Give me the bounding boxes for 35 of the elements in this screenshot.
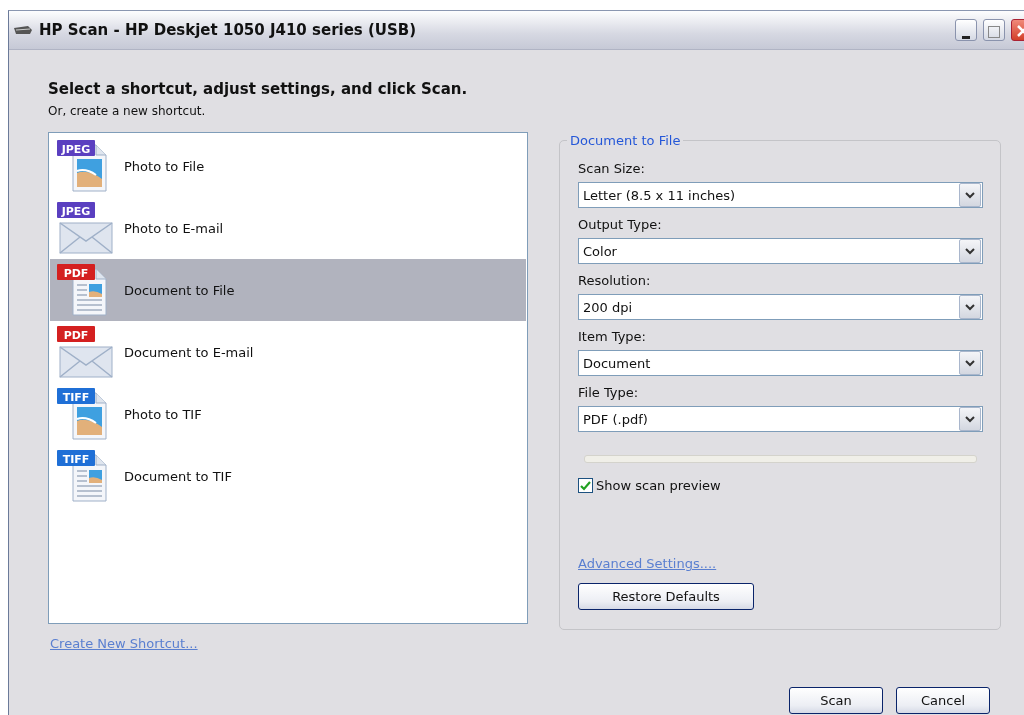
chevron-down-icon bbox=[965, 303, 975, 311]
shortcut-item[interactable]: JPEG Photo to File bbox=[50, 135, 526, 197]
field-label: Resolution: bbox=[578, 273, 652, 288]
field-label: Scan Size: bbox=[578, 161, 646, 176]
group-title: Document to File bbox=[567, 133, 684, 148]
minimize-icon bbox=[962, 34, 970, 40]
minimize-button[interactable] bbox=[955, 19, 977, 41]
dropdown[interactable]: 200 dpi bbox=[578, 294, 983, 320]
window-title: HP Scan - HP Deskjet 1050 J410 series (USB) bbox=[39, 21, 418, 39]
shortcut-item[interactable]: PDF Document to File bbox=[50, 259, 526, 321]
heading: Select a shortcut, adjust settings, and click Scan. bbox=[48, 80, 469, 98]
restore-defaults-button[interactable]: Restore Defaults bbox=[578, 583, 754, 610]
scan-button[interactable]: Scan bbox=[789, 687, 883, 714]
dropdown[interactable]: Letter (8.5 x 11 inches) bbox=[578, 182, 983, 208]
shortcut-item[interactable]: PDF Document to E-mail bbox=[50, 321, 526, 383]
chevron-down-icon bbox=[965, 415, 975, 423]
check-icon bbox=[580, 480, 591, 491]
shortcut-item[interactable]: JPEG Photo to E-mail bbox=[50, 197, 526, 259]
preview-checkbox[interactable]: Show scan preview bbox=[578, 478, 983, 493]
scanner-icon bbox=[13, 24, 33, 36]
field-label: File Type: bbox=[578, 385, 640, 400]
chevron-down-icon bbox=[965, 359, 975, 367]
field-label: Output Type: bbox=[578, 217, 663, 232]
cancel-button[interactable]: Cancel bbox=[896, 687, 990, 714]
subheading: Or, create a new shortcut. bbox=[48, 104, 207, 118]
shortcut-item[interactable]: TIFF Photo to TIF bbox=[50, 383, 526, 445]
chevron-down-icon bbox=[965, 191, 975, 199]
shortcut-item[interactable]: TIFF Document to TIF bbox=[50, 445, 526, 507]
maximize-icon bbox=[988, 24, 1000, 40]
dropdown[interactable]: PDF (.pdf) bbox=[578, 406, 983, 432]
chevron-down-icon bbox=[965, 247, 975, 255]
field-label: Item Type: bbox=[578, 329, 647, 344]
dropdown[interactable]: Color bbox=[578, 238, 983, 264]
dropdown[interactable]: Document bbox=[578, 350, 983, 376]
maximize-button[interactable] bbox=[983, 19, 1005, 41]
